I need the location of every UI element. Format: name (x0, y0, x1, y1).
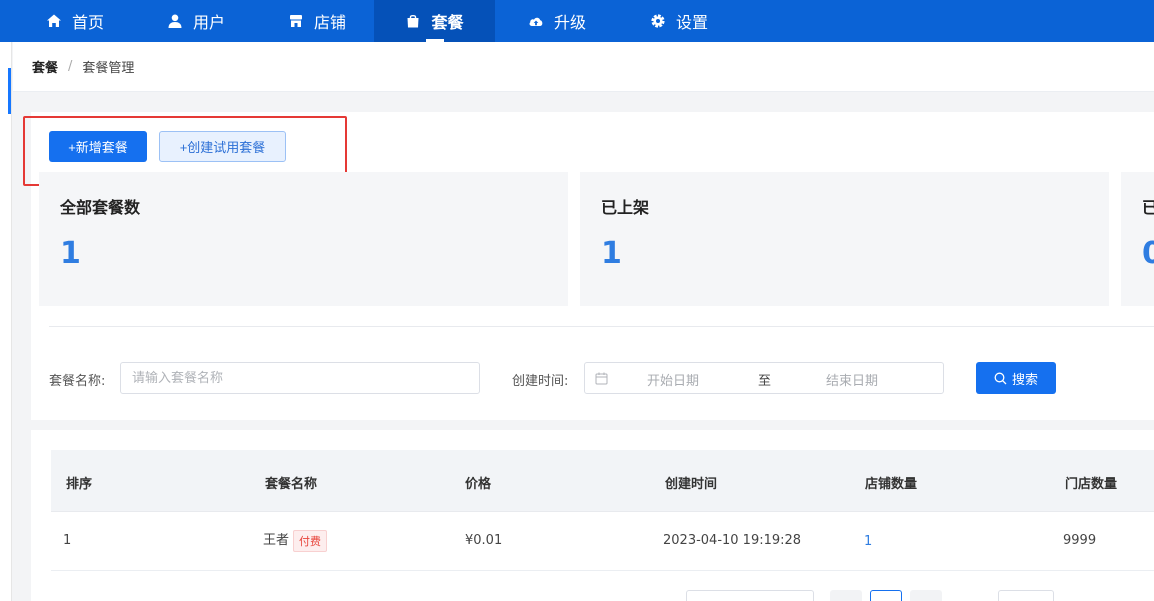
store-icon (288, 13, 304, 29)
stat-label: 全部套餐数 (60, 198, 141, 217)
cell-order: 1 (63, 533, 72, 548)
package-name-input[interactable] (120, 362, 480, 394)
search-button[interactable]: 搜索 (976, 362, 1056, 394)
calendar-icon (595, 372, 608, 389)
column-header-shop-count: 门店数量 (1065, 477, 1118, 492)
breadcrumb: 套餐 / 套餐管理 (13, 42, 1154, 92)
cell-created-time: 2023-04-10 19:19:28 (663, 533, 802, 548)
bag-icon (405, 13, 421, 29)
stat-value: 0 (1142, 236, 1154, 271)
search-button-label: 搜索 (1011, 372, 1038, 388)
page-size-select[interactable] (686, 590, 814, 601)
gear-icon (650, 13, 666, 29)
cloud-upload-icon (528, 13, 544, 29)
nav-item-packages[interactable]: 套餐 (374, 0, 495, 42)
start-date-input[interactable]: 开始日期 (647, 370, 699, 389)
search-icon (994, 372, 1007, 384)
end-date-input[interactable]: 结束日期 (826, 370, 878, 389)
table-header: 排序 套餐名称 价格 创建时间 店铺数量 门店数量 (51, 450, 1154, 512)
column-header-order: 排序 (66, 477, 93, 492)
sidebar-collapsed (0, 42, 12, 601)
nav-item-users[interactable]: 用户 (167, 0, 225, 42)
add-package-button[interactable]: +新增套餐 (49, 131, 147, 162)
nav-item-home[interactable]: 首页 (46, 0, 104, 42)
column-header-created: 创建时间 (665, 477, 718, 492)
nav-label: 用户 (193, 13, 226, 32)
nav-label: 升级 (554, 13, 587, 32)
breadcrumb-root[interactable]: 套餐 (32, 57, 58, 76)
stat-value: 1 (60, 236, 81, 271)
nav-label: 店铺 (314, 13, 347, 32)
next-page-button[interactable] (910, 590, 942, 601)
stat-card-partial: 已 0 (1121, 172, 1154, 306)
breadcrumb-separator: / (68, 59, 73, 74)
table-row[interactable]: 1 王者 付费 ¥0.01 2023-04-10 19:19:28 1 9999 (51, 512, 1154, 571)
created-time-label: 创建时间: (512, 374, 569, 389)
package-name: 王者 (263, 533, 290, 548)
cell-price: ¥0.01 (465, 533, 503, 548)
column-header-store-count: 店铺数量 (865, 477, 918, 492)
created-date-range-picker[interactable]: 开始日期 至 结束日期 (584, 362, 944, 394)
stat-value: 1 (601, 236, 622, 271)
package-name-label: 套餐名称: (49, 374, 106, 389)
cell-shop-count: 9999 (1063, 533, 1097, 548)
page-number-button[interactable] (870, 590, 902, 601)
nav-label: 设置 (676, 13, 709, 32)
stat-label: 已 (1142, 198, 1154, 217)
divider (49, 326, 1154, 327)
nav-item-upgrade[interactable]: 升级 (528, 0, 586, 42)
nav-item-settings[interactable]: 设置 (650, 0, 708, 42)
prev-page-button[interactable] (830, 590, 862, 601)
date-range-separator: 至 (758, 374, 772, 389)
stat-card-listed: 已上架 1 (580, 172, 1109, 306)
cell-name: 王者 付费 (263, 529, 328, 552)
create-trial-package-button[interactable]: +创建试用套餐 (159, 131, 286, 162)
nav-item-stores[interactable]: 店铺 (288, 0, 346, 42)
sidebar-active-marker (8, 68, 11, 114)
stat-card-total: 全部套餐数 1 (39, 172, 568, 306)
paid-badge: 付费 (293, 529, 328, 552)
jump-page-input[interactable] (998, 590, 1054, 601)
column-header-price: 价格 (465, 477, 492, 492)
nav-label: 套餐 (431, 13, 464, 32)
breadcrumb-current: 套餐管理 (82, 61, 135, 76)
home-icon (46, 13, 62, 29)
nav-label: 首页 (72, 13, 105, 32)
store-count-link[interactable]: 1 (864, 534, 872, 549)
column-header-name: 套餐名称 (265, 477, 318, 492)
stat-label: 已上架 (601, 198, 650, 217)
user-icon (167, 13, 183, 29)
top-nav: 首页 用户 店铺 套餐 升级 设置 (0, 0, 1154, 42)
